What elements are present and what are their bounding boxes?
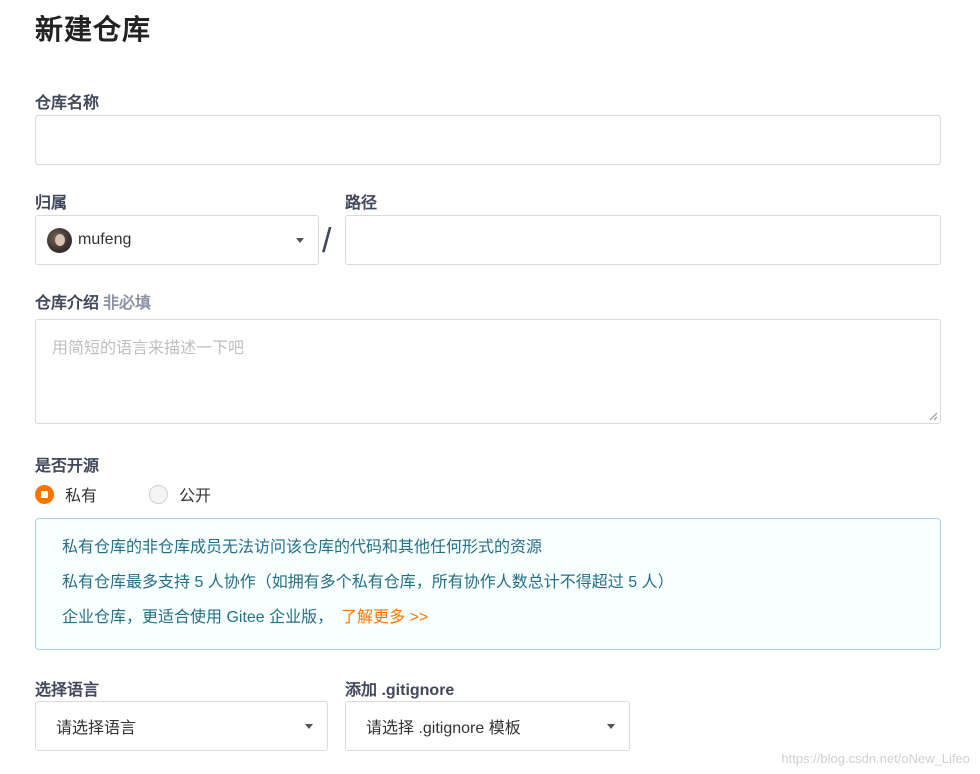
radio-checked-icon[interactable] (35, 484, 54, 504)
gitignore-label: 添加 .gitignore (345, 682, 455, 699)
path-label: 路径 (345, 195, 378, 212)
chevron-down-icon (296, 238, 304, 243)
path-separator: / (322, 222, 332, 260)
repo-name-field-wrapper (35, 115, 941, 165)
description-textarea[interactable] (36, 320, 940, 423)
chevron-down-icon (305, 724, 313, 729)
owner-select[interactable]: mufeng (35, 215, 319, 265)
visibility-label: 是否开源 (35, 458, 100, 475)
path-field-wrapper (345, 215, 941, 265)
radio-private[interactable]: 私有 (35, 482, 97, 506)
radio-public-label: 公开 (179, 488, 212, 505)
radio-unchecked-icon[interactable] (149, 484, 168, 504)
path-input[interactable] (346, 216, 940, 264)
resize-handle-icon[interactable] (929, 412, 938, 421)
watermark: https://blog.csdn.net/oNew_Lifeo (781, 751, 970, 766)
avatar (47, 227, 72, 253)
notice-line-text: 企业仓库，更适合使用 Gitee 企业版， (62, 609, 334, 626)
description-field-wrapper (35, 319, 941, 424)
notice-line: 私有仓库最多支持 5 人协作（如拥有多个私有仓库，所有协作人数总计不得超过 5 … (62, 574, 674, 591)
radio-private-label: 私有 (65, 488, 98, 505)
repo-name-label: 仓库名称 (35, 95, 100, 112)
radio-public[interactable]: 公开 (149, 482, 211, 506)
learn-more-link[interactable]: 了解更多 >> (341, 609, 428, 626)
private-repo-notice: 私有仓库的非仓库成员无法访问该仓库的代码和其他任何形式的资源 私有仓库最多支持 … (35, 518, 941, 650)
notice-line: 企业仓库，更适合使用 Gitee 企业版， 了解更多 >> (62, 609, 914, 627)
gitignore-select[interactable]: 请选择 .gitignore 模板 (345, 701, 630, 751)
language-selected-value: 请选择语言 (56, 720, 137, 737)
owner-selected-value: mufeng (78, 231, 132, 248)
language-select[interactable]: 请选择语言 (35, 701, 328, 751)
owner-label: 归属 (35, 195, 68, 212)
language-label: 选择语言 (35, 682, 100, 699)
description-label: 仓库介绍 非必填 (35, 289, 151, 313)
description-label-text: 仓库介绍 (35, 295, 100, 312)
page-title: 新建仓库 (35, 14, 152, 45)
chevron-down-icon (607, 724, 615, 729)
gitignore-selected-value: 请选择 .gitignore 模板 (366, 720, 521, 737)
optional-tag: 非必填 (103, 295, 152, 312)
repo-name-input[interactable] (36, 116, 940, 164)
notice-line: 私有仓库的非仓库成员无法访问该仓库的代码和其他任何形式的资源 (62, 539, 543, 556)
